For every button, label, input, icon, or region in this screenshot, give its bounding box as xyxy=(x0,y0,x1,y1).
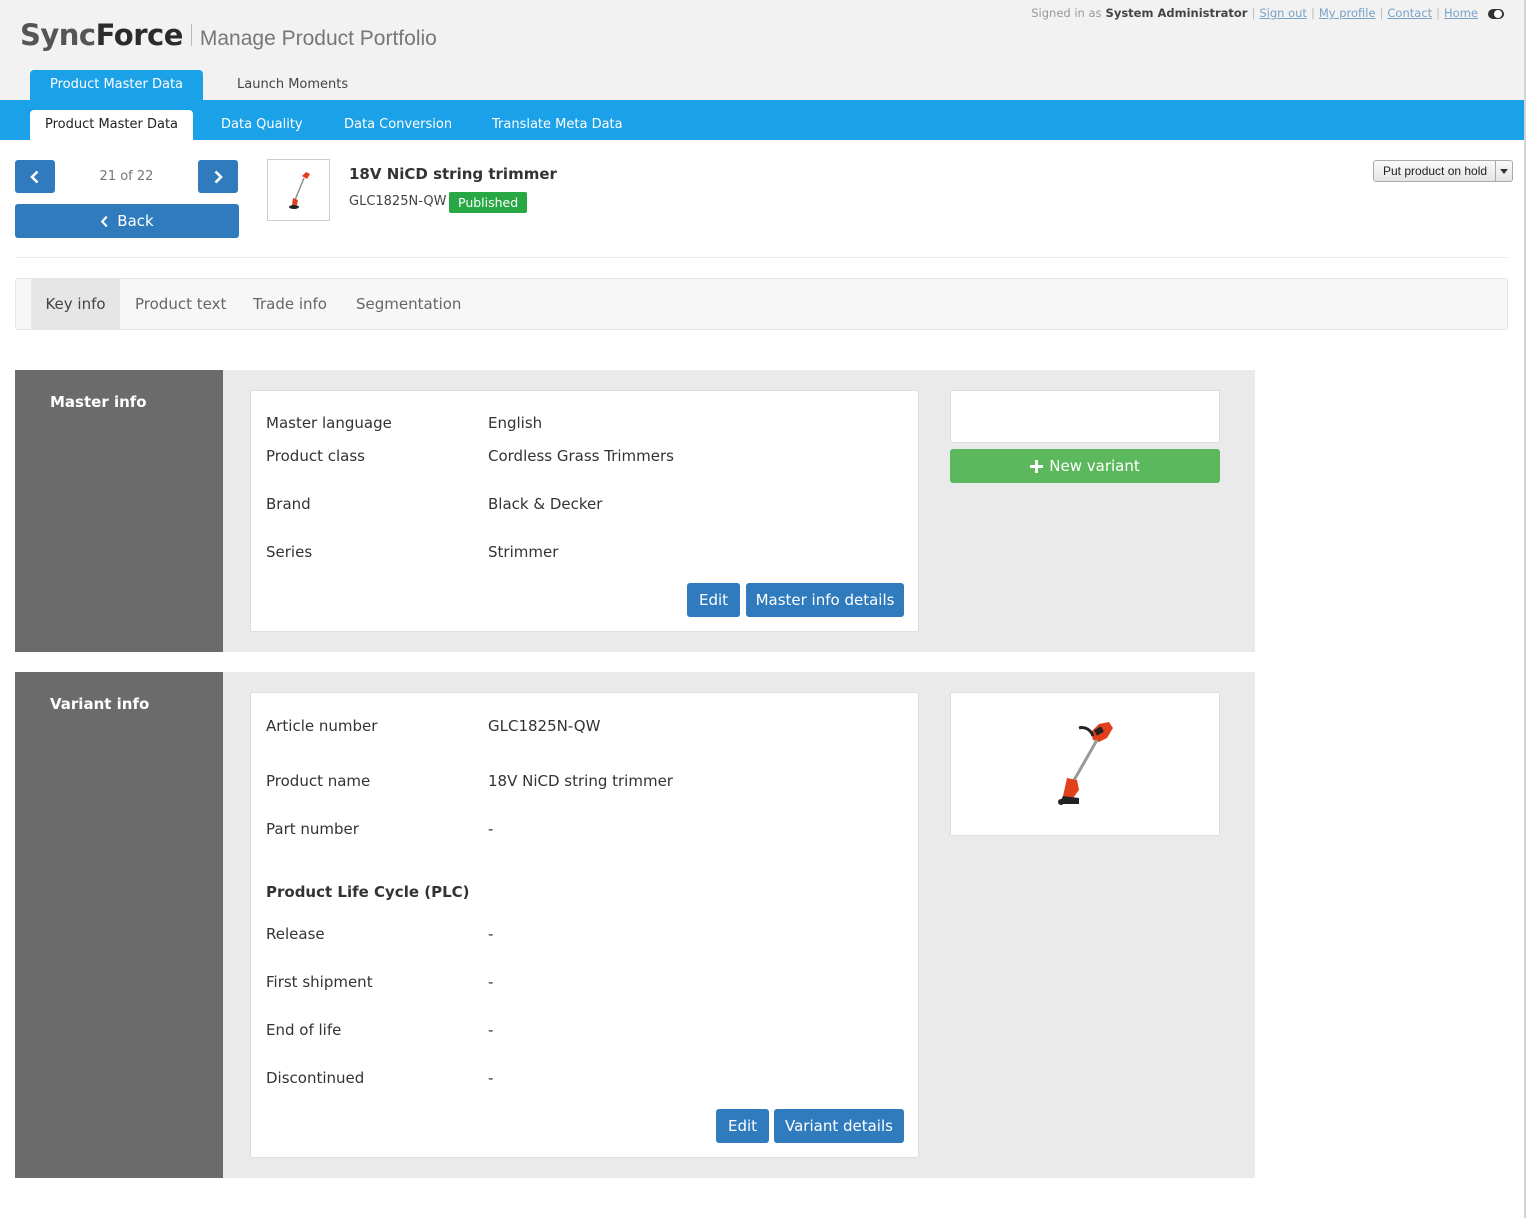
user-name: System Administrator xyxy=(1105,6,1248,20)
product-name-label: Product name xyxy=(266,772,371,790)
tab-product-master-data[interactable]: Product Master Data xyxy=(30,70,203,100)
new-variant-button[interactable]: New variant xyxy=(950,449,1220,483)
subtab-data-conversion[interactable]: Data Conversion xyxy=(344,110,452,140)
product-title: 18V NiCD string trimmer xyxy=(349,165,557,183)
back-button[interactable]: Back xyxy=(15,204,239,238)
subtab-product-master-data[interactable]: Product Master Data xyxy=(30,110,193,140)
syncforce-logo[interactable]: Sync Force Manage Product Portfolio xyxy=(20,18,437,52)
logo-sync-text: Sync xyxy=(20,18,96,52)
product-class-label: Product class xyxy=(266,447,365,465)
part-number-label: Part number xyxy=(266,820,359,838)
product-name-value: 18V NiCD string trimmer xyxy=(488,772,673,790)
sign-out-link[interactable]: Sign out xyxy=(1259,6,1307,20)
home-link[interactable]: Home xyxy=(1444,6,1478,20)
chevron-right-icon xyxy=(214,170,223,183)
dropdown-toggle[interactable] xyxy=(1495,161,1512,181)
subtab-translate-meta-data[interactable]: Translate Meta Data xyxy=(492,110,623,140)
chevron-left-icon xyxy=(30,170,39,183)
toggle-icon[interactable] xyxy=(1486,6,1506,20)
article-number-value: GLC1825N-QW xyxy=(488,717,601,735)
tab-key-info[interactable]: Key info xyxy=(31,279,120,329)
product-thumbnail[interactable] xyxy=(267,159,330,221)
first-shipment-label: First shipment xyxy=(266,973,373,991)
series-label: Series xyxy=(266,543,313,561)
tab-trade-info[interactable]: Trade info xyxy=(253,279,327,329)
plc-heading: Product Life Cycle (PLC) xyxy=(266,883,470,901)
article-number-label: Article number xyxy=(266,717,378,735)
plus-icon xyxy=(1030,459,1044,473)
contact-link[interactable]: Contact xyxy=(1387,6,1432,20)
status-badge: Published xyxy=(449,192,528,213)
caret-down-icon xyxy=(1500,168,1509,174)
separator: | xyxy=(1379,6,1384,20)
divider xyxy=(15,257,1508,258)
master-info-details-button[interactable]: Master info details xyxy=(746,583,904,617)
end-of-life-label: End of life xyxy=(266,1021,342,1039)
previous-product-button[interactable] xyxy=(15,160,55,193)
string-trimmer-image xyxy=(288,172,310,209)
separator: | xyxy=(1436,6,1441,20)
variant-info-sidebar xyxy=(15,672,223,1178)
tab-segmentation[interactable]: Segmentation xyxy=(356,279,461,329)
product-code: GLC1825N-QW xyxy=(349,194,447,209)
string-trimmer-image xyxy=(1058,722,1113,805)
variant-info-title: Variant info xyxy=(50,695,150,713)
brand-value: Black & Decker xyxy=(488,495,603,513)
variant-info-card xyxy=(250,692,919,1158)
app-subtitle: Manage Product Portfolio xyxy=(199,27,437,50)
master-language-value: English xyxy=(488,414,543,432)
edit-master-info-button[interactable]: Edit xyxy=(687,583,740,617)
brand-label: Brand xyxy=(266,495,311,513)
release-label: Release xyxy=(266,925,325,943)
user-bar: Signed in as System Administrator | Sign… xyxy=(1031,6,1506,20)
discontinued-value: - xyxy=(488,1069,494,1087)
variant-selector-card xyxy=(950,390,1220,443)
subtab-data-quality[interactable]: Data Quality xyxy=(221,110,303,140)
first-shipment-value: - xyxy=(488,973,494,991)
master-info-sidebar xyxy=(15,370,223,652)
variant-image-card[interactable] xyxy=(950,692,1220,836)
logo-force-text: Force xyxy=(95,18,184,52)
tab-product-text[interactable]: Product text xyxy=(135,279,226,329)
separator: | xyxy=(1310,6,1315,20)
variant-details-button[interactable]: Variant details xyxy=(774,1109,904,1143)
signed-in-label: Signed in as xyxy=(1031,6,1102,20)
separator: | xyxy=(1251,6,1256,20)
chevron-left-icon xyxy=(101,215,108,227)
part-number-value: - xyxy=(488,820,494,838)
product-class-value: Cordless Grass Trimmers xyxy=(488,447,674,465)
master-language-label: Master language xyxy=(266,414,392,432)
edit-variant-button[interactable]: Edit xyxy=(716,1109,769,1143)
series-value: Strimmer xyxy=(488,543,559,561)
product-counter: 21 of 22 xyxy=(99,169,154,184)
new-variant-label: New variant xyxy=(1049,457,1140,475)
logo-divider xyxy=(190,24,192,46)
release-value: - xyxy=(488,925,494,943)
next-product-button[interactable] xyxy=(198,160,238,193)
key-tabs-bar xyxy=(15,278,1508,330)
discontinued-label: Discontinued xyxy=(266,1069,365,1087)
back-label: Back xyxy=(117,212,154,230)
put-on-hold-label: Put product on hold xyxy=(1383,164,1488,178)
master-info-title: Master info xyxy=(50,393,147,411)
put-on-hold-button[interactable]: Put product on hold xyxy=(1373,160,1514,182)
end-of-life-value: - xyxy=(488,1021,494,1039)
tab-launch-moments[interactable]: Launch Moments xyxy=(212,70,373,100)
my-profile-link[interactable]: My profile xyxy=(1319,6,1376,20)
